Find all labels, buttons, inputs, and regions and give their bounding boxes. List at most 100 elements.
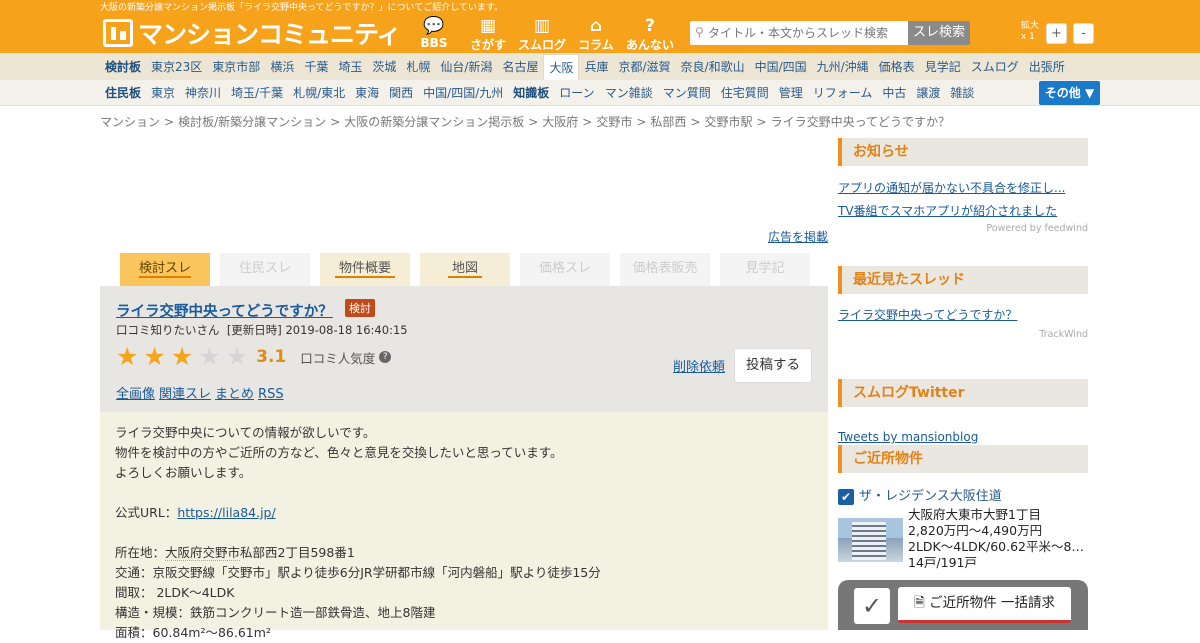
nav-bbs[interactable]: 💬 BBS (407, 16, 461, 53)
breadcrumb-separator: > (330, 115, 341, 129)
site-logo[interactable]: マンションコミュニティ (103, 18, 402, 49)
property-image[interactable] (838, 518, 903, 562)
news-powered[interactable]: Powered by feedwind (838, 223, 1088, 234)
breadcrumb-item[interactable]: 交野市駅 (705, 115, 753, 129)
delete-request-link[interactable]: 削除依頼 (673, 356, 725, 375)
thread-link-0[interactable]: 全画像 (116, 387, 155, 402)
nav-resident-item[interactable]: 住宅質問 (716, 80, 774, 106)
checkmark-icon[interactable]: ✓ (854, 588, 890, 624)
official-url-link[interactable]: https://lila84.jp/ (177, 505, 275, 520)
nav-board-item[interactable]: スムログ (966, 54, 1024, 80)
breadcrumb-item[interactable]: 大阪の新築分譲マンション掲示板 (344, 115, 524, 129)
post-button[interactable]: 投稿する (734, 348, 812, 383)
chat-bubble-icon: 💬 (423, 16, 445, 36)
zoom-out-button[interactable]: - (1073, 23, 1094, 44)
tab-5[interactable]: 価格表販売 (620, 253, 710, 286)
breadcrumb-item[interactable]: 交野市 (596, 115, 632, 129)
structure-row: 構造・規模：鉄筋コンクリート造一部鉄骨造、地上8階建 (115, 605, 436, 620)
recent-powered[interactable]: TrackWind (838, 329, 1088, 340)
nav-resident-item[interactable]: リフォーム (808, 80, 878, 106)
nav-board-item[interactable]: 中国/四国 (750, 54, 812, 80)
tab-3[interactable]: 地図 (420, 253, 510, 286)
recent-thread-link[interactable]: ライラ交野中央ってどうですか？ (838, 308, 1017, 322)
nav-resident-item[interactable]: 中国/四国/九州 (418, 80, 508, 106)
thread-link-3[interactable]: RSS (258, 387, 284, 402)
building-logo-icon (103, 19, 133, 47)
nav-resident-item[interactable]: 東京 (146, 80, 180, 106)
breadcrumb-separator: > (636, 115, 647, 129)
nav-board-item[interactable]: 大阪 (543, 53, 580, 80)
address-keyword-link[interactable]: 大阪府交野市 (165, 545, 241, 561)
nav-resident-item[interactable]: ローン (554, 80, 599, 106)
nav-sumulog[interactable]: ▥ スムログ (515, 16, 569, 53)
tab-0[interactable]: 検討スレ (120, 253, 210, 286)
zoom-in-button[interactable]: + (1046, 23, 1067, 44)
nav-board-item[interactable]: 出張所 (1024, 54, 1070, 80)
house-icon: ⌂ (589, 16, 603, 36)
nearby-property[interactable]: ✔ ザ・レジデンス大阪住道 (838, 485, 1088, 505)
nav-column[interactable]: ⌂ コラム (569, 16, 623, 53)
nav-board-item[interactable]: 東京市部 (207, 54, 265, 80)
post-text: 物件を検討中の方やご近所の方など、色々と意見を交換したいと思っています。 (115, 445, 563, 460)
nav-guide[interactable]: ? あんない (623, 16, 677, 53)
recent-widget: 最近見たスレッド ライラ交野中央ってどうですか？ TrackWind (838, 266, 1088, 340)
breadcrumb-separator: > (164, 115, 175, 129)
thread-link-2[interactable]: まとめ (215, 387, 254, 402)
breadcrumb: マンション > 検討板/新築分譲マンション > 大阪の新築分譲マンション掲示板 > 大阪府 >… (100, 113, 954, 130)
star-icon: ★ (225, 342, 249, 371)
search-input[interactable] (708, 21, 908, 45)
thread-title[interactable]: ライラ交野中央ってどうですか？ (116, 300, 333, 321)
nav-resident-item[interactable]: 住民板 (100, 80, 146, 106)
nav-board-item[interactable]: 奈良/和歌山 (676, 54, 750, 80)
search-button[interactable]: スレ検索 (908, 21, 970, 45)
nav-resident-item[interactable]: マン質問 (658, 80, 716, 106)
nav-board-item[interactable]: 価格表 (874, 54, 920, 80)
tab-6[interactable]: 見学記 (720, 253, 810, 286)
nav-board-item[interactable]: 仙台/新潟 (435, 54, 497, 80)
tab-4[interactable]: 価格スレ (520, 253, 610, 286)
checkbox-icon[interactable]: ✔ (838, 488, 854, 505)
nav-resident-item[interactable]: 中古 (877, 80, 911, 106)
breadcrumb-item: ライラ交野中央ってどうですか？ (770, 115, 950, 129)
nav-board-item[interactable]: 千葉 (299, 54, 333, 80)
twitter-link[interactable]: Tweets by mansionblog (838, 430, 978, 444)
nav-board-item[interactable]: 札幌 (401, 54, 435, 80)
star-icon: ★ (143, 342, 166, 371)
nav-resident-item[interactable]: 神奈川 (180, 80, 226, 106)
bulk-request-button[interactable]: 🗎 ご近所物件 一括請求 (898, 587, 1071, 623)
nav-resident-item[interactable]: 譲渡 (911, 80, 945, 106)
star-icon: ★ (198, 342, 221, 371)
nav-resident-item[interactable]: マン雑談 (600, 80, 658, 106)
nav-resident-item[interactable]: 管理 (774, 80, 808, 106)
news-link[interactable]: アプリの通知が届かない不具合を修正し... (838, 181, 1065, 195)
nav-board-item[interactable]: 横浜 (265, 54, 299, 80)
advertise-link[interactable]: 広告を掲載 (768, 228, 828, 245)
nav-board-item[interactable]: 名古屋 (497, 54, 543, 80)
nav-board-item[interactable]: 東京23区 (146, 54, 207, 80)
nav-search[interactable]: ▦ さがす (461, 16, 515, 53)
tab-2[interactable]: 物件概要 (320, 253, 410, 286)
nav-resident-item[interactable]: 雑談 (945, 80, 979, 106)
breadcrumb-item[interactable]: マンション (100, 115, 160, 129)
nav-resident-item[interactable]: 札幌/東北 (288, 80, 350, 106)
nav-board-item[interactable]: 見学記 (920, 54, 966, 80)
nav-resident-item[interactable]: 東海 (350, 80, 384, 106)
breadcrumb-item[interactable]: 大阪府 (542, 115, 578, 129)
nav-resident-item[interactable]: 関西 (384, 80, 418, 106)
breadcrumb-item[interactable]: 検討板/新築分譲マンション (178, 115, 326, 129)
help-icon[interactable]: ? (379, 351, 392, 363)
nav-board-item[interactable]: 検討板 (100, 54, 146, 80)
tab-1[interactable]: 住民スレ (220, 253, 310, 286)
nav-resident-item[interactable]: 埼玉/千葉 (226, 80, 288, 106)
nav-board-item[interactable]: 兵庫 (579, 54, 613, 80)
breadcrumb-item[interactable]: 私部西 (650, 115, 686, 129)
nav-board-item[interactable]: 京都/滋賀 (613, 54, 675, 80)
nav-board-item[interactable]: 茨城 (367, 54, 401, 80)
nav-board-item[interactable]: 九州/沖縄 (812, 54, 874, 80)
thread-link-1[interactable]: 関連スレ (159, 387, 211, 402)
more-menu-button[interactable]: その他 ▼ (1039, 81, 1100, 105)
document-icon: 🗎 (914, 595, 925, 611)
news-link[interactable]: TV番組でスマホアプリが紹介されました (838, 204, 1057, 218)
nav-board-item[interactable]: 埼玉 (333, 54, 367, 80)
nav-resident-item[interactable]: 知識板 (508, 80, 554, 106)
